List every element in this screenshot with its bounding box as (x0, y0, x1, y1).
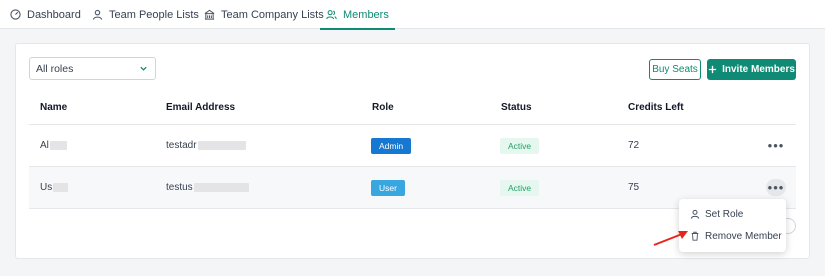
menu-item-set-role[interactable]: Set Role (679, 203, 786, 225)
top-tab-bar: Dashboard Team People Lists Team Company… (0, 0, 825, 30)
status-badge: Active (500, 137, 540, 154)
role-filter-select[interactable]: All roles (29, 57, 156, 80)
more-actions-button[interactable]: ••• (766, 137, 786, 154)
member-credits: 75 (628, 167, 639, 208)
menu-item-label: Set Role (705, 208, 744, 220)
building-icon (204, 9, 215, 20)
member-name-text: Al (40, 140, 49, 151)
person-icon (690, 209, 700, 219)
buy-seats-button[interactable]: Buy Seats (649, 59, 701, 80)
role-filter-value: All roles (36, 62, 74, 75)
member-status: Active (500, 167, 540, 208)
tab-members[interactable]: Members (320, 0, 395, 30)
tab-team-company-lists[interactable]: Team Company Lists (204, 0, 324, 29)
more-actions-button[interactable]: ••• (766, 179, 786, 196)
tab-team-people-lists[interactable]: Team People Lists (92, 0, 199, 29)
more-icon: ••• (767, 138, 785, 153)
member-name: Al (40, 125, 67, 166)
member-role: User (371, 167, 405, 208)
chevron-down-icon (140, 66, 147, 71)
redacted-block (49, 141, 67, 150)
dashboard-icon (10, 9, 21, 20)
member-name: Us (40, 167, 69, 208)
header-name: Name (40, 102, 68, 113)
annotation-arrow-icon (653, 231, 688, 246)
table-row: Al testadr Admin Active 72 ••• (29, 125, 796, 166)
role-badge: User (371, 179, 405, 196)
member-email-text: testadr (166, 140, 197, 151)
menu-item-remove-member[interactable]: Remove Member (679, 225, 786, 247)
more-icon: ••• (767, 180, 785, 195)
member-email: testus (166, 167, 249, 208)
header-status: Status (501, 102, 532, 113)
member-credits: 72 (628, 125, 639, 166)
tab-label: Dashboard (27, 8, 81, 21)
tab-label: Team People Lists (109, 8, 199, 21)
member-status: Active (500, 125, 540, 166)
redacted-block (53, 183, 69, 192)
member-name-text: Us (40, 182, 53, 193)
member-email: testadr (166, 125, 246, 166)
header-credits: Credits Left (628, 102, 684, 113)
invite-members-label: Invite Members (722, 64, 795, 75)
credits-text: 72 (628, 140, 640, 151)
redacted-block (193, 183, 249, 192)
tab-label: Team Company Lists (221, 8, 324, 21)
tab-dashboard[interactable]: Dashboard (10, 0, 81, 29)
invite-members-button[interactable]: Invite Members (707, 59, 796, 80)
header-role: Role (372, 102, 394, 113)
row-actions-menu: Set Role Remove Member (679, 199, 786, 252)
role-badge: Admin (371, 137, 412, 154)
plus-icon (708, 65, 717, 74)
person-icon (92, 9, 103, 20)
members-icon (326, 10, 337, 20)
header-email: Email Address (166, 102, 236, 113)
tab-label: Members (343, 8, 389, 21)
buy-seats-label: Buy Seats (652, 64, 698, 75)
redacted-block (197, 141, 246, 150)
status-badge: Active (500, 179, 540, 196)
menu-item-label: Remove Member (705, 230, 782, 242)
credits-text: 75 (628, 182, 640, 193)
member-email-text: testus (166, 182, 193, 193)
member-role: Admin (371, 125, 412, 166)
